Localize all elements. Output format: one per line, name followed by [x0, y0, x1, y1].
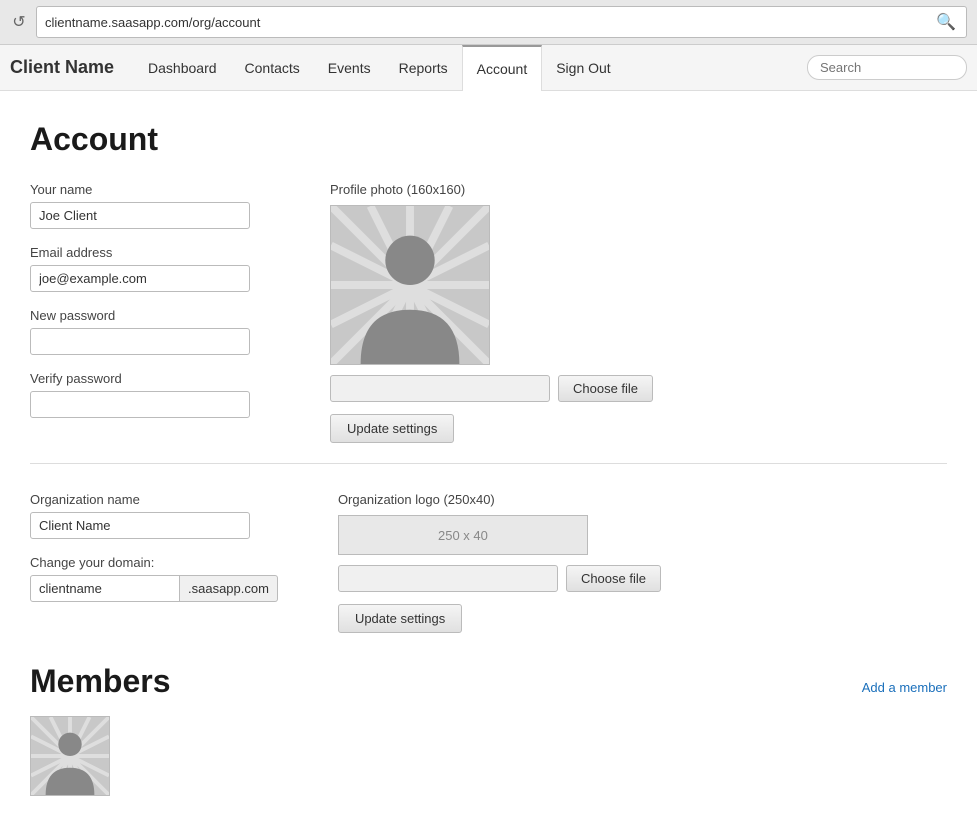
new-password-field-group: New password [30, 308, 270, 355]
name-input[interactable] [30, 202, 250, 229]
verify-password-label: Verify password [30, 371, 270, 386]
browser-back-button[interactable]: ↺ [10, 13, 28, 31]
members-title: Members [30, 663, 171, 700]
brand-logo: Client Name [10, 57, 114, 78]
org-logo-label: Organization logo (250x40) [338, 492, 698, 507]
org-form-right: Organization logo (250x40) 250 x 40 Choo… [338, 492, 698, 633]
personal-section: Your name Email address New password Ver… [30, 182, 947, 443]
verify-password-input[interactable] [30, 391, 250, 418]
personal-form-right: Profile photo (160x160) [330, 182, 690, 443]
org-logo-choose-file-button[interactable]: Choose file [566, 565, 661, 592]
page-title: Account [30, 121, 947, 158]
photo-file-input-row: Choose file [330, 375, 690, 402]
nav-link-dashboard[interactable]: Dashboard [134, 45, 231, 91]
new-password-label: New password [30, 308, 270, 323]
go-button[interactable]: 🔍 [934, 10, 958, 34]
email-field-group: Email address [30, 245, 270, 292]
profile-silhouette-icon [331, 206, 489, 364]
org-name-label: Organization name [30, 492, 278, 507]
personal-update-settings-button[interactable]: Update settings [330, 414, 454, 443]
org-name-input[interactable] [30, 512, 250, 539]
new-password-input[interactable] [30, 328, 250, 355]
url-text: clientname.saasapp.com/org/account [45, 15, 934, 30]
nav-link-reports[interactable]: Reports [385, 45, 462, 91]
domain-input[interactable] [30, 575, 180, 602]
nav-link-contacts[interactable]: Contacts [231, 45, 314, 91]
org-logo-placeholder-text: 250 x 40 [438, 528, 488, 543]
top-nav: Client Name Dashboard Contacts Events Re… [0, 45, 977, 91]
name-label: Your name [30, 182, 270, 197]
org-logo-placeholder: 250 x 40 [338, 515, 588, 555]
email-label: Email address [30, 245, 270, 260]
search-input[interactable] [807, 55, 967, 80]
org-update-btn-row: Update settings [338, 604, 698, 633]
photo-file-text-input[interactable] [330, 375, 550, 402]
org-logo-file-text-input[interactable] [338, 565, 558, 592]
photo-label: Profile photo (160x160) [330, 182, 690, 197]
nav-links: Dashboard Contacts Events Reports Accoun… [134, 44, 807, 91]
member-avatar [30, 716, 110, 796]
search-container [807, 55, 967, 80]
personal-update-btn-row: Update settings [330, 414, 690, 443]
url-bar[interactable]: clientname.saasapp.com/org/account 🔍 [36, 6, 967, 38]
email-input[interactable] [30, 265, 250, 292]
section-divider [30, 463, 947, 464]
profile-photo [330, 205, 490, 365]
browser-chrome: ↺ clientname.saasapp.com/org/account 🔍 [0, 0, 977, 45]
org-update-settings-button[interactable]: Update settings [338, 604, 462, 633]
nav-link-account[interactable]: Account [462, 45, 543, 91]
name-field-group: Your name [30, 182, 270, 229]
verify-password-field-group: Verify password [30, 371, 270, 418]
org-section: Organization name Change your domain: .s… [30, 492, 947, 633]
org-name-field-group: Organization name [30, 492, 278, 539]
page-content: Account Your name Email address New pass… [0, 91, 977, 826]
org-form-left: Organization name Change your domain: .s… [30, 492, 278, 633]
personal-form-left: Your name Email address New password Ver… [30, 182, 270, 443]
photo-choose-file-button[interactable]: Choose file [558, 375, 653, 402]
domain-label: Change your domain: [30, 555, 278, 570]
nav-link-signout[interactable]: Sign Out [542, 45, 624, 91]
org-logo-file-input-row: Choose file [338, 565, 698, 592]
members-header: Members Add a member [30, 663, 947, 700]
domain-field-group: Change your domain: .saasapp.com [30, 555, 278, 602]
nav-link-events[interactable]: Events [314, 45, 385, 91]
domain-row: .saasapp.com [30, 575, 278, 602]
members-section: Members Add a member [30, 663, 947, 796]
add-member-link[interactable]: Add a member [862, 680, 947, 695]
domain-suffix: .saasapp.com [180, 575, 278, 602]
member-silhouette-icon [31, 717, 109, 795]
